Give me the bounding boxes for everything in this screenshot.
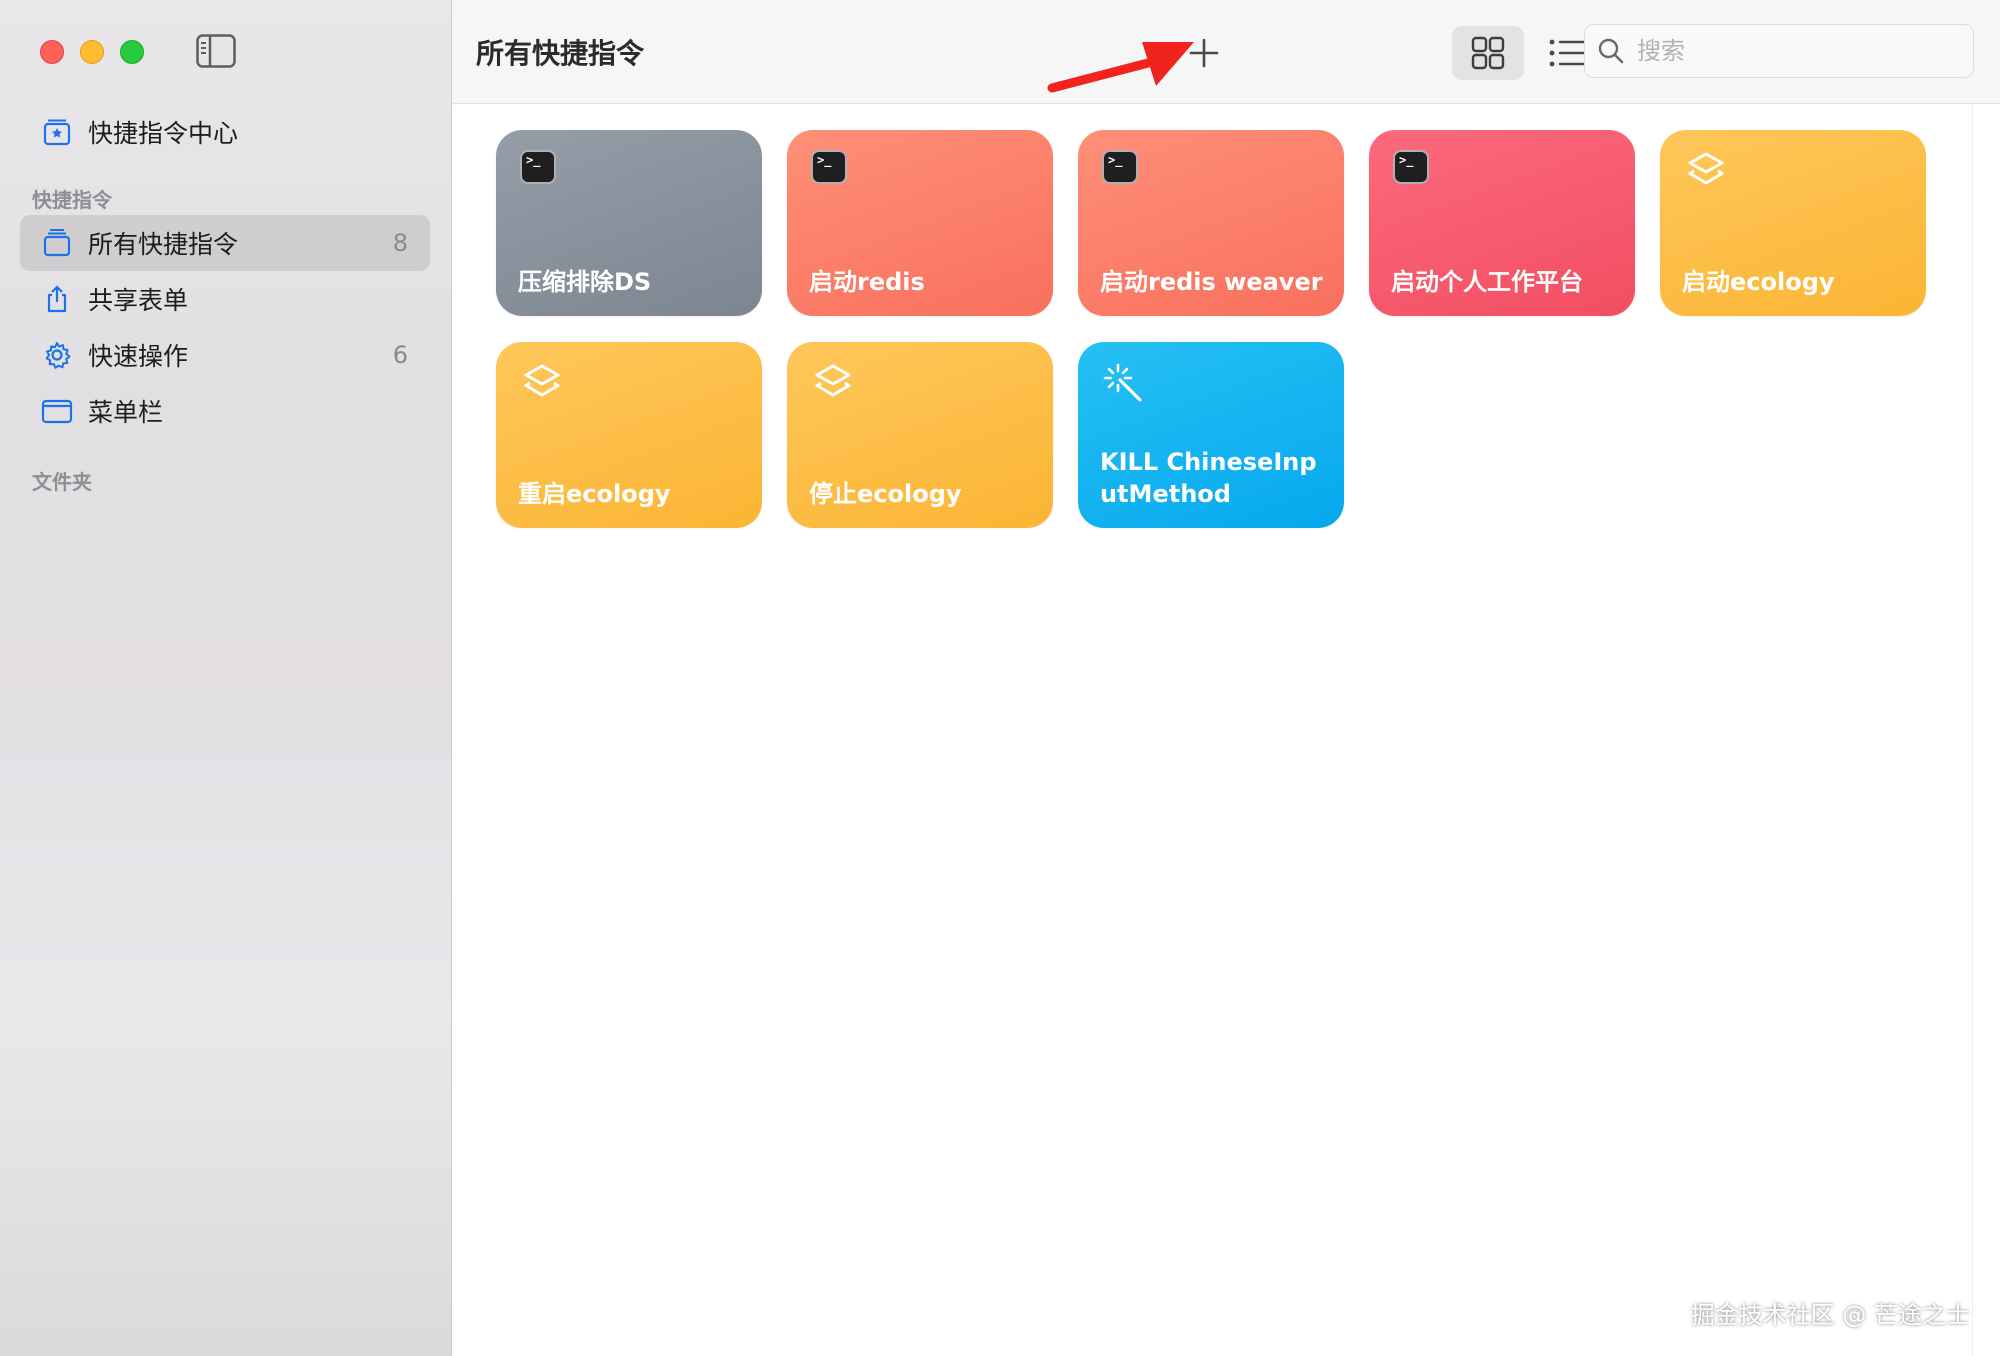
minimize-window-button[interactable] xyxy=(80,40,104,64)
shortcut-title: 重启ecology xyxy=(518,480,671,508)
gear-icon xyxy=(40,338,74,372)
window-controls xyxy=(40,40,144,64)
shortcut-card[interactable]: 启动redis weaver xyxy=(1078,130,1344,316)
shortcut-card[interactable]: 停止ecology xyxy=(787,342,1053,528)
page-title: 所有快捷指令 xyxy=(476,37,645,70)
grid-view-icon xyxy=(1471,36,1505,70)
list-view-icon xyxy=(1549,39,1587,67)
search-icon xyxy=(1598,38,1624,64)
sidebar-item-label: 所有快捷指令 xyxy=(88,230,239,259)
all-shortcuts-icon xyxy=(40,226,74,260)
sidebar-toggle-icon xyxy=(196,34,236,68)
shortcut-card[interactable]: 重启ecology xyxy=(496,342,762,528)
section-header-shortcuts: 快捷指令 xyxy=(32,188,112,212)
shortcut-title: 启动redis xyxy=(809,268,925,296)
sidebar: 快捷指令中心 快捷指令 所有快捷指令 8 共享表单 快速操作 6 菜单栏 文件夹 xyxy=(0,0,452,1356)
layers-icon xyxy=(811,362,851,402)
shortcut-title: 启动个人工作平台 xyxy=(1391,268,1583,296)
shortcut-card[interactable]: 启动个人工作平台 xyxy=(1369,130,1635,316)
sidebar-item-gallery[interactable]: 快捷指令中心 xyxy=(20,104,430,160)
sidebar-item-label: 菜单栏 xyxy=(88,398,164,427)
main-content: 所有快捷指令 搜索 >_ 压缩排除DS >_ 启动redis >_ 启动redi… xyxy=(452,0,2000,1356)
sidebar-item-label: 快捷指令中心 xyxy=(88,119,239,148)
menubar-icon xyxy=(40,394,74,428)
layers-icon xyxy=(520,362,560,402)
shortcut-title: 启动redis weaver xyxy=(1100,268,1323,296)
sidebar-item-quick-actions[interactable]: 快速操作 6 xyxy=(20,327,430,383)
search-input[interactable] xyxy=(1637,37,1937,65)
toolbar: 所有快捷指令 xyxy=(452,0,2000,104)
sidebar-toggle-button[interactable] xyxy=(196,34,236,68)
zoom-window-button[interactable] xyxy=(120,40,144,64)
close-window-button[interactable] xyxy=(40,40,64,64)
shortcut-card[interactable]: 启动ecology xyxy=(1660,130,1926,316)
layers-icon xyxy=(1684,150,1724,190)
search-field[interactable] xyxy=(1584,24,1974,78)
sidebar-item-label: 快速操作 xyxy=(88,342,189,371)
gallery-icon xyxy=(40,115,74,149)
sidebar-item-count: 8 xyxy=(392,229,408,257)
section-header-folders[interactable]: 文件夹 xyxy=(32,466,92,495)
terminal-icon xyxy=(1102,150,1142,190)
terminal-icon xyxy=(520,150,560,190)
terminal-icon xyxy=(1393,150,1433,190)
sidebar-item-all-shortcuts[interactable]: 所有快捷指令 8 xyxy=(20,215,430,271)
scrollbar[interactable] xyxy=(1972,104,2000,1356)
add-shortcut-button[interactable] xyxy=(1176,26,1232,80)
sidebar-item-count: 6 xyxy=(392,341,408,369)
shortcut-title: KILL ChineseInputMethod xyxy=(1100,448,1317,508)
shortcuts-window: 快捷指令中心 快捷指令 所有快捷指令 8 共享表单 快速操作 6 菜单栏 文件夹… xyxy=(0,0,2000,1356)
share-icon xyxy=(40,282,74,316)
shortcut-card[interactable]: 压缩排除DS xyxy=(496,130,762,316)
terminal-icon xyxy=(811,150,851,190)
watermark: 掘金技术社区 @ 芒途之士 xyxy=(1690,1301,1970,1329)
sidebar-item-share-sheet[interactable]: 共享表单 xyxy=(20,271,430,327)
sidebar-item-menu-bar[interactable]: 菜单栏 xyxy=(20,383,430,439)
shortcut-title: 停止ecology xyxy=(809,480,962,508)
sidebar-item-label: 共享表单 xyxy=(88,286,189,315)
shortcut-card[interactable]: 启动redis xyxy=(787,130,1053,316)
shortcut-title: 压缩排除DS xyxy=(518,268,652,296)
magic-wand-icon xyxy=(1102,362,1142,402)
shortcut-card[interactable]: KILL ChineseInputMethod xyxy=(1078,342,1344,528)
grid-view-button[interactable] xyxy=(1452,26,1524,80)
plus-icon xyxy=(1189,38,1219,68)
shortcut-title: 启动ecology xyxy=(1682,268,1835,296)
